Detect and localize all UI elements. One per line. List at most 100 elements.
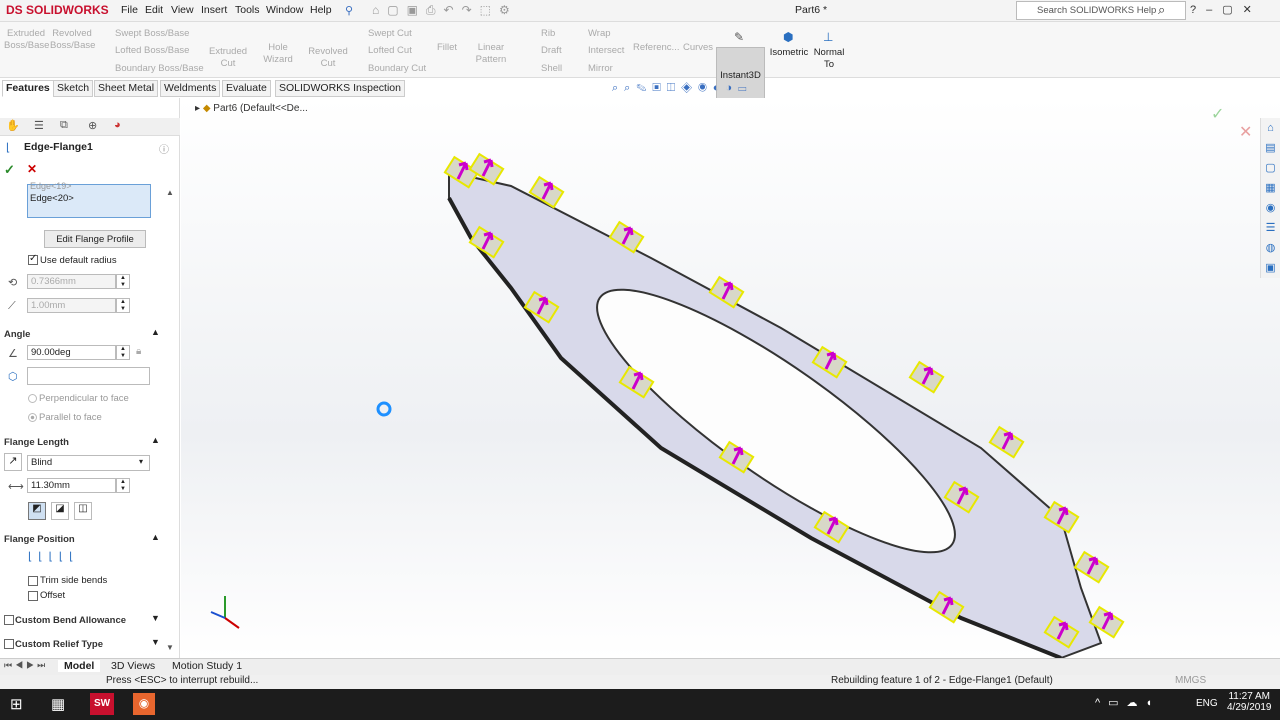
menu-window[interactable]: Window bbox=[266, 4, 303, 16]
menu-tools[interactable]: Tools bbox=[235, 4, 260, 16]
tab-3d-views[interactable]: 3D Views bbox=[105, 660, 161, 672]
boundary-cut-button[interactable]: Boundary Cut bbox=[368, 63, 426, 74]
menu-insert[interactable]: Insert bbox=[201, 4, 227, 16]
collapse-icon[interactable]: ▲ bbox=[151, 532, 160, 542]
lock-icon[interactable]: 🔒︎ bbox=[136, 346, 141, 357]
feature-tree-icon[interactable]: ✋ bbox=[6, 119, 20, 132]
linear-pattern-button[interactable]: Linear Pattern bbox=[462, 42, 520, 66]
curves-button[interactable]: Curves bbox=[681, 42, 715, 54]
menu-edit[interactable]: Edit bbox=[145, 4, 163, 16]
custom-bend-allowance-checkbox[interactable] bbox=[4, 615, 14, 625]
lofted-boss-button[interactable]: Lofted Boss/Base bbox=[115, 45, 189, 56]
swept-cut-button[interactable]: Swept Cut bbox=[368, 28, 412, 39]
tab-navigation-icons[interactable]: ⏮◀▶⏭ bbox=[4, 660, 48, 671]
menu-view[interactable]: View bbox=[171, 4, 194, 16]
tab-solidworks-inspection[interactable]: SOLIDWORKS Inspection bbox=[275, 80, 405, 97]
thickness-spinner[interactable]: ▲ ▼ bbox=[116, 298, 130, 313]
units-indicator[interactable]: MMGS bbox=[1175, 675, 1206, 686]
confirm-icon[interactable]: ✓ bbox=[1211, 104, 1224, 124]
length-spinner[interactable]: ▲ ▼ bbox=[116, 478, 130, 493]
pin-icon[interactable]: ⚲ bbox=[345, 4, 353, 17]
heads-up-view-toolbar[interactable]: ⌕⌕✎▣◫◈◉◐◑▭ bbox=[612, 82, 752, 95]
end-condition-select[interactable]: Blind bbox=[27, 455, 150, 471]
menu-help[interactable]: Help bbox=[310, 4, 332, 16]
expand-icon[interactable]: ▼ bbox=[151, 613, 160, 623]
extruded-cut-button[interactable]: Extruded Cut bbox=[207, 46, 249, 70]
reference-geometry-button[interactable]: Referenc... bbox=[633, 42, 679, 54]
task-pane[interactable]: ⌂ ▤ ▢ ▦ ◉ ☰ ◍ ▣ bbox=[1260, 118, 1280, 278]
tab-weldments[interactable]: Weldments bbox=[160, 80, 221, 97]
menu-file[interactable]: File bbox=[121, 4, 138, 16]
tab-evaluate[interactable]: Evaluate bbox=[222, 80, 271, 97]
recorder-taskbar-icon[interactable]: ◉ bbox=[133, 693, 155, 715]
lofted-cut-button[interactable]: Lofted Cut bbox=[368, 45, 412, 56]
scroll-up-icon[interactable]: ▲ bbox=[166, 188, 174, 197]
collapse-icon[interactable]: ▲ bbox=[151, 435, 160, 445]
thickness-input[interactable]: 1.00mm bbox=[27, 298, 116, 313]
extruded-boss-button[interactable]: Extruded Boss/Base bbox=[4, 28, 49, 52]
angle-section-header[interactable]: Angle bbox=[4, 329, 30, 340]
shell-button[interactable]: Shell bbox=[541, 63, 562, 74]
angle-input[interactable]: 90.00deg bbox=[27, 345, 116, 360]
chevron-down-icon[interactable]: ▾ bbox=[139, 457, 143, 466]
graphics-area[interactable]: ▸ ◆ Part6 (Default<<De... ✓ ✕ ⌂ ▤ ▢ ▦ ◉ ☰ ◍ ▣ bbox=[181, 98, 1280, 658]
fillet-button[interactable]: Fillet bbox=[434, 42, 460, 54]
isometric-button[interactable]: Isometric bbox=[768, 47, 810, 59]
normal-to-button[interactable]: Normal To bbox=[812, 47, 846, 71]
expand-icon[interactable]: ▼ bbox=[151, 637, 160, 647]
tab-sketch[interactable]: Sketch bbox=[53, 80, 94, 97]
parallel-radio[interactable] bbox=[28, 413, 37, 422]
cancel-icon[interactable]: ✕ bbox=[27, 162, 37, 176]
revolved-boss-button[interactable]: Revolved Boss/Base bbox=[50, 28, 95, 52]
tab-features[interactable]: Features bbox=[2, 80, 54, 97]
clock[interactable]: 11:27 AM 4/29/2019 bbox=[1227, 691, 1272, 713]
perpendicular-radio[interactable] bbox=[28, 394, 37, 403]
calculator-icon[interactable]: ▦ bbox=[51, 695, 65, 713]
cancel-corner-icon[interactable]: ✕ bbox=[1239, 122, 1252, 142]
revolved-cut-button[interactable]: Revolved Cut bbox=[307, 46, 349, 70]
window-controls[interactable]: ?–▢✕ bbox=[1190, 3, 1262, 16]
tab-sheet-metal[interactable]: Sheet Metal bbox=[94, 80, 159, 97]
configuration-icon[interactable]: ⧉ bbox=[60, 119, 68, 132]
tab-motion-study[interactable]: Motion Study 1 bbox=[166, 660, 248, 672]
face-selection-box[interactable] bbox=[27, 367, 150, 385]
edit-flange-profile-button[interactable]: Edit Flange Profile bbox=[44, 230, 146, 248]
language-indicator[interactable]: ENG bbox=[1196, 698, 1218, 709]
bend-radius-input[interactable]: 0.7366mm bbox=[27, 274, 116, 289]
sheet-metal-ring[interactable] bbox=[447, 170, 1103, 658]
scroll-down-icon[interactable]: ▼ bbox=[166, 643, 174, 652]
offset-checkbox[interactable] bbox=[28, 591, 38, 601]
edge-selection-box[interactable]: Edge<19> Edge<20> bbox=[27, 181, 151, 218]
help-icon[interactable]: ⓘ bbox=[159, 141, 169, 156]
radius-spinner[interactable]: ▲ ▼ bbox=[116, 274, 130, 289]
solidworks-logo[interactable]: DS SOLIDWORKS bbox=[6, 3, 109, 17]
edge-item[interactable]: Edge<19> bbox=[30, 181, 72, 191]
mirror-button[interactable]: Mirror bbox=[588, 63, 613, 74]
property-manager-icon[interactable]: ☰ bbox=[34, 119, 44, 132]
flange-position-header[interactable]: Flange Position bbox=[4, 534, 75, 545]
system-tray-icons[interactable]: ^▭☁◖ bbox=[1095, 696, 1160, 709]
outer-virtual-sharp-button[interactable]: ◩ bbox=[28, 502, 46, 520]
flange-length-header[interactable]: Flange Length bbox=[4, 437, 69, 448]
dimxpert-icon[interactable]: ⊕ bbox=[88, 119, 97, 132]
trim-side-bends-checkbox[interactable] bbox=[28, 576, 38, 586]
angle-spinner[interactable]: ▲ ▼ bbox=[116, 345, 130, 360]
flange-length-input[interactable]: 11.30mm bbox=[27, 478, 116, 493]
use-default-radius-checkbox[interactable] bbox=[28, 253, 38, 265]
windows-start-icon[interactable]: ⊞ bbox=[10, 695, 23, 713]
model-view[interactable] bbox=[181, 98, 1280, 658]
inner-virtual-sharp-button[interactable]: ◪ bbox=[51, 502, 69, 520]
rib-button[interactable]: Rib bbox=[541, 28, 555, 39]
tab-model[interactable]: Model bbox=[58, 660, 101, 672]
collapse-icon[interactable]: ▲ bbox=[151, 327, 160, 337]
swept-boss-button[interactable]: Swept Boss/Base bbox=[115, 28, 189, 39]
tangent-bend-button[interactable]: ◫ bbox=[74, 502, 92, 520]
hole-wizard-button[interactable]: Hole Wizard bbox=[253, 42, 303, 66]
boundary-boss-button[interactable]: Boundary Boss/Base bbox=[115, 63, 204, 74]
search-icon[interactable]: ⌕ bbox=[1158, 2, 1165, 18]
draft-button[interactable]: Draft bbox=[541, 45, 562, 56]
custom-relief-type-checkbox[interactable] bbox=[4, 639, 14, 649]
ok-icon[interactable]: ✓ bbox=[4, 162, 15, 178]
display-manager-icon[interactable]: ◕ bbox=[114, 119, 121, 131]
quick-access-icons[interactable]: ⌂▢▣⎙↶↷⬚⚙ bbox=[372, 3, 518, 18]
